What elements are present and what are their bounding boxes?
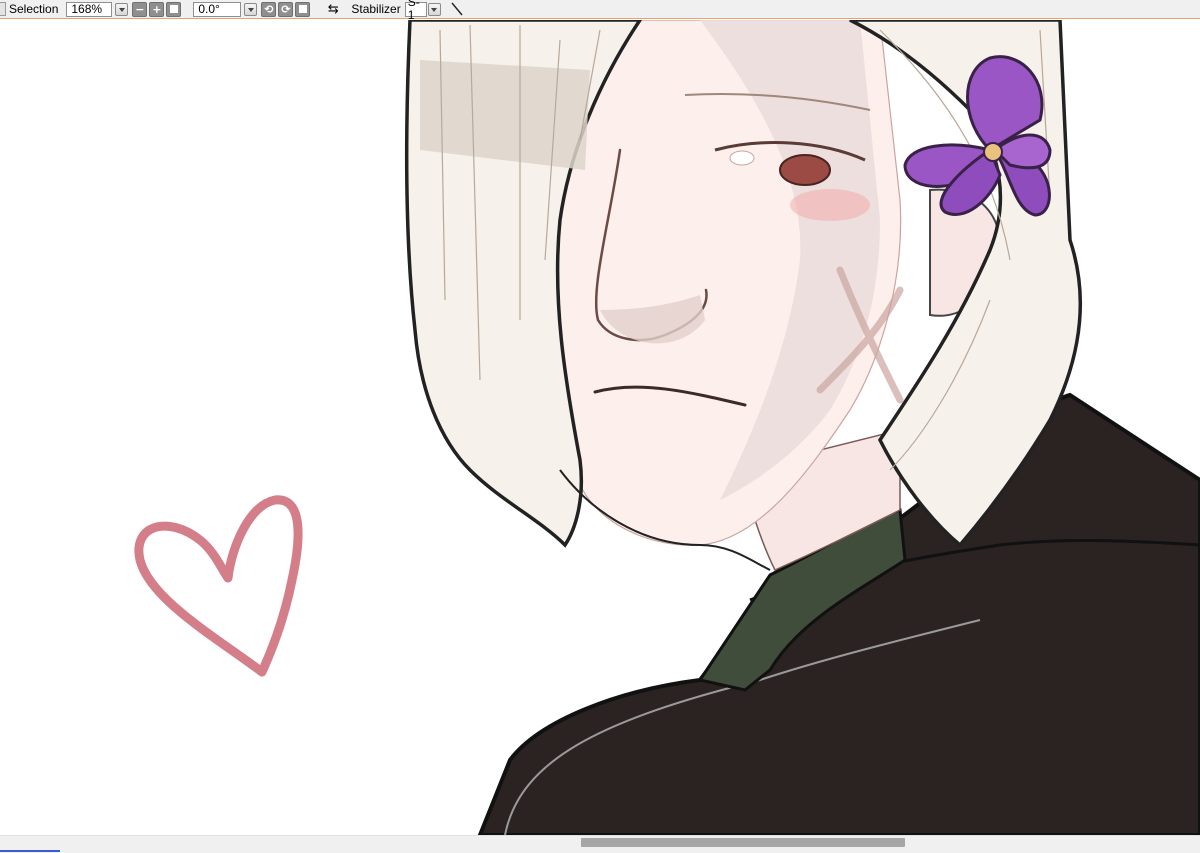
stabilizer-field[interactable]: S-1: [404, 0, 427, 22]
flip-horizontal-button[interactable]: ⇆: [325, 1, 341, 17]
artwork: [134, 20, 1200, 835]
stabilizer-label: Stabilizer: [351, 1, 401, 16]
drawing-canvas[interactable]: [0, 20, 1200, 835]
line-tool-icon: [451, 2, 463, 16]
stabilizer-dropdown-button[interactable]: [427, 2, 441, 16]
scrollbar-thumb[interactable]: [581, 838, 905, 847]
flip-horizontal-icon: ⇆: [327, 1, 339, 17]
rotate-left-button[interactable]: ⟲: [261, 1, 277, 17]
canvas-toolbar: Selection 168% − + 0.0° ⟲ ⟳ ⇆ Stabilizer…: [0, 0, 1200, 22]
square-icon: [298, 5, 307, 13]
selection-label: Selection: [9, 1, 59, 16]
eye-highlight: [729, 150, 755, 166]
line-tool-button[interactable]: [449, 1, 465, 17]
rotation-field[interactable]: 0.0°: [193, 1, 242, 17]
zoom-value: 168%: [71, 1, 103, 16]
progress-indicator: [0, 850, 60, 852]
rotate-ccw-icon: ⟲: [264, 2, 274, 16]
rotate-cw-icon: ⟳: [281, 2, 291, 16]
horizontal-scrollbar[interactable]: [0, 835, 1200, 849]
zoom-field[interactable]: 168%: [66, 1, 113, 17]
plus-icon: +: [152, 2, 162, 16]
eye-iris: [779, 154, 831, 186]
zoom-reset-button[interactable]: [166, 1, 182, 17]
zoom-dropdown-button[interactable]: [115, 2, 129, 16]
zoom-out-button[interactable]: −: [132, 1, 148, 17]
status-bar: [0, 849, 1200, 853]
stabilizer-value: S-1: [407, 0, 420, 22]
rotate-right-button[interactable]: ⟳: [278, 1, 294, 17]
rotation-dropdown-button[interactable]: [244, 2, 258, 16]
rotate-reset-button[interactable]: [295, 1, 311, 17]
rotation-value: 0.0°: [198, 1, 220, 16]
square-icon: [169, 5, 178, 13]
selection-checkbox[interactable]: [0, 2, 6, 16]
heart-doodle: [134, 495, 303, 677]
minus-icon: −: [135, 2, 145, 16]
zoom-in-button[interactable]: +: [149, 1, 165, 17]
violet-flower: [903, 55, 1052, 217]
blush: [790, 189, 870, 221]
